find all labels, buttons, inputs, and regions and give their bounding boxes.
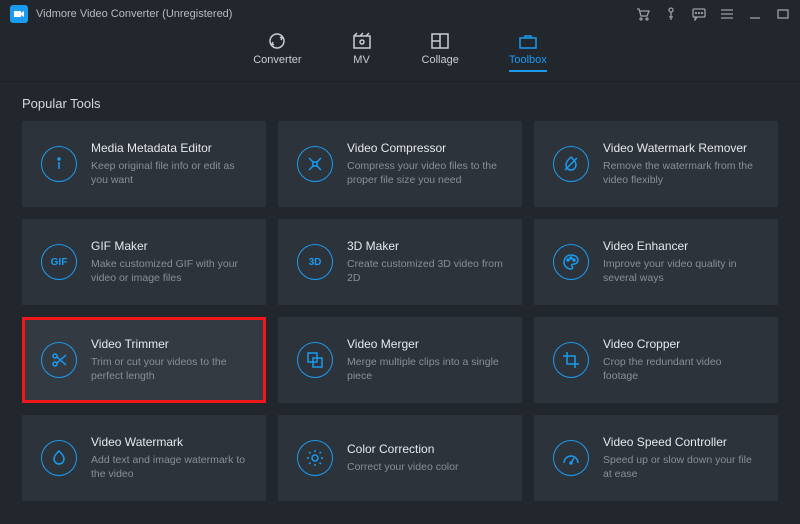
threed-icon: 3D: [297, 244, 333, 280]
info-icon: [41, 146, 77, 182]
card-title: Video Watermark: [91, 435, 247, 449]
tab-converter[interactable]: Converter: [253, 32, 301, 70]
card-desc: Merge multiple clips into a single piece: [347, 355, 503, 383]
card-desc: Improve your video quality in several wa…: [603, 257, 759, 285]
gif-icon: GIF: [41, 244, 77, 280]
tool-media-metadata-editor[interactable]: Media Metadata Editor Keep original file…: [22, 121, 266, 207]
section-title: Popular Tools: [0, 82, 800, 121]
card-desc: Remove the watermark from the video flex…: [603, 159, 759, 187]
tool-gif-maker[interactable]: GIF GIF Maker Make customized GIF with y…: [22, 219, 266, 305]
tab-label: Collage: [422, 54, 459, 66]
cart-icon[interactable]: [636, 7, 650, 21]
tool-video-merger[interactable]: Video Merger Merge multiple clips into a…: [278, 317, 522, 403]
card-title: Color Correction: [347, 442, 503, 456]
key-icon[interactable]: [664, 7, 678, 21]
card-title: Video Trimmer: [91, 337, 247, 351]
tools-grid: Media Metadata Editor Keep original file…: [0, 121, 800, 515]
watermark-remove-icon: [553, 146, 589, 182]
tab-toolbox[interactable]: Toolbox: [509, 32, 547, 72]
card-title: GIF Maker: [91, 239, 247, 253]
card-desc: Trim or cut your videos to the perfect l…: [91, 355, 247, 383]
palette-icon: [553, 244, 589, 280]
card-desc: Keep original file info or edit as you w…: [91, 159, 247, 187]
tab-mv[interactable]: MV: [352, 32, 372, 70]
compress-icon: [297, 146, 333, 182]
tool-video-compressor[interactable]: Video Compressor Compress your video fil…: [278, 121, 522, 207]
window-title: Vidmore Video Converter (Unregistered): [36, 8, 232, 20]
card-title: Video Compressor: [347, 141, 503, 155]
tool-color-correction[interactable]: Color Correction Correct your video colo…: [278, 415, 522, 501]
card-desc: Speed up or slow down your file at ease: [603, 453, 759, 481]
tool-3d-maker[interactable]: 3D 3D Maker Create customized 3D video f…: [278, 219, 522, 305]
card-title: Media Metadata Editor: [91, 141, 247, 155]
scissors-icon: [41, 342, 77, 378]
tab-collage[interactable]: Collage: [422, 32, 459, 70]
feedback-icon[interactable]: [692, 7, 706, 21]
menu-icon[interactable]: [720, 7, 734, 21]
tool-video-watermark-remover[interactable]: Video Watermark Remover Remove the water…: [534, 121, 778, 207]
merge-icon: [297, 342, 333, 378]
tool-video-trimmer[interactable]: Video Trimmer Trim or cut your videos to…: [22, 317, 266, 403]
card-desc: Crop the redundant video footage: [603, 355, 759, 383]
card-title: Video Cropper: [603, 337, 759, 351]
card-desc: Make customized GIF with your video or i…: [91, 257, 247, 285]
main-tabs: Converter MV Collage Toolbox: [0, 28, 800, 82]
crop-icon: [553, 342, 589, 378]
card-title: Video Watermark Remover: [603, 141, 759, 155]
card-title: Video Enhancer: [603, 239, 759, 253]
app-logo-icon: [10, 5, 28, 23]
card-desc: Create customized 3D video from 2D: [347, 257, 503, 285]
gauge-icon: [553, 440, 589, 476]
tab-label: MV: [353, 54, 370, 66]
tool-video-speed-controller[interactable]: Video Speed Controller Speed up or slow …: [534, 415, 778, 501]
card-title: 3D Maker: [347, 239, 503, 253]
minimize-icon[interactable]: [748, 7, 762, 21]
tab-label: Toolbox: [509, 54, 547, 66]
card-desc: Correct your video color: [347, 460, 503, 474]
card-desc: Compress your video files to the proper …: [347, 159, 503, 187]
card-title: Video Speed Controller: [603, 435, 759, 449]
card-desc: Add text and image watermark to the vide…: [91, 453, 247, 481]
tab-label: Converter: [253, 54, 301, 66]
titlebar: Vidmore Video Converter (Unregistered): [0, 0, 800, 28]
maximize-icon[interactable]: [776, 7, 790, 21]
tool-video-watermark[interactable]: Video Watermark Add text and image water…: [22, 415, 266, 501]
tool-video-enhancer[interactable]: Video Enhancer Improve your video qualit…: [534, 219, 778, 305]
card-title: Video Merger: [347, 337, 503, 351]
droplet-icon: [41, 440, 77, 476]
sun-icon: [297, 440, 333, 476]
tool-video-cropper[interactable]: Video Cropper Crop the redundant video f…: [534, 317, 778, 403]
